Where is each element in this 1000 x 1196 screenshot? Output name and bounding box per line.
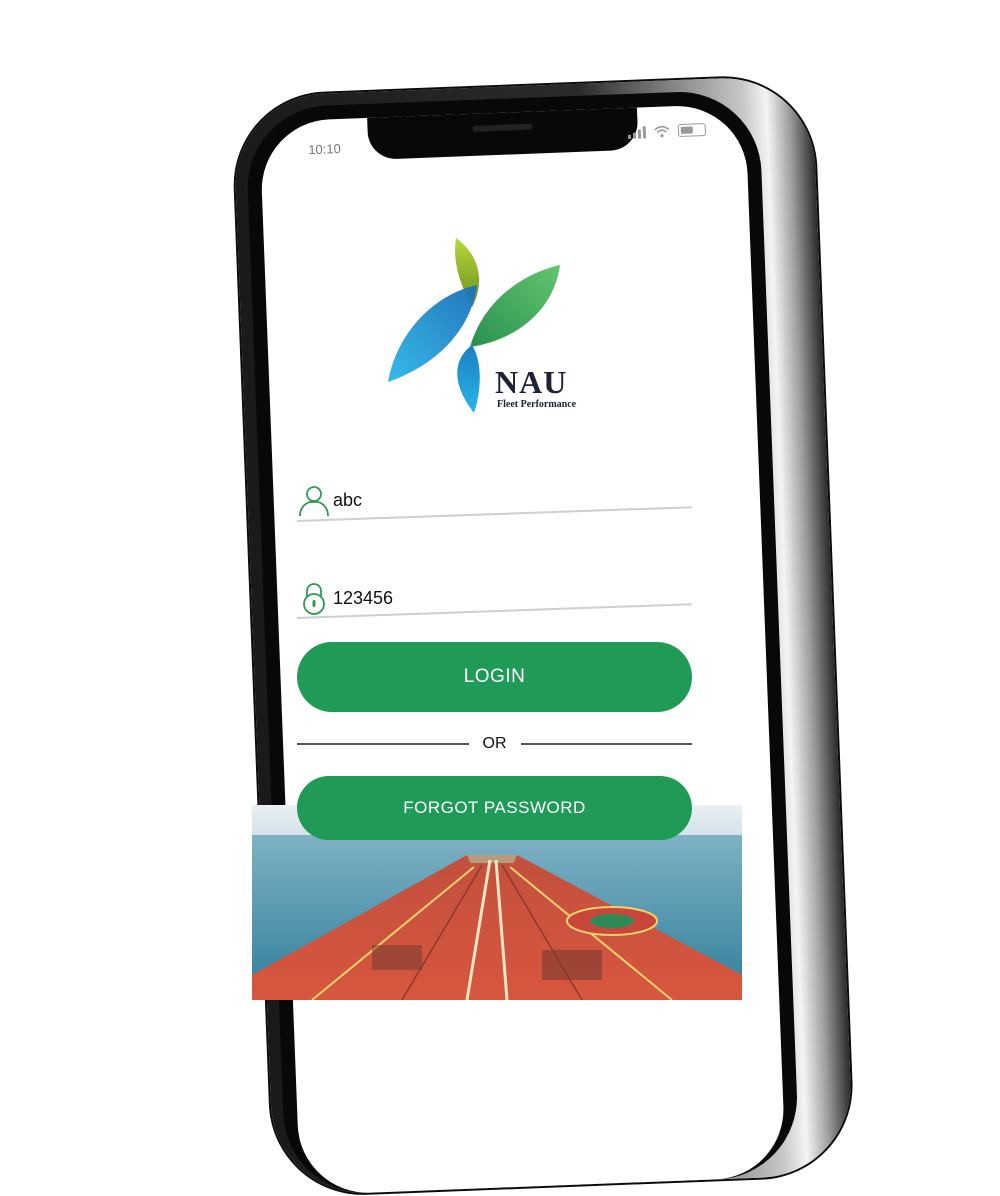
or-label: OR — [482, 735, 507, 752]
wifi-icon — [654, 125, 670, 137]
username-value: abc — [333, 489, 363, 510]
divider-line-left — [297, 743, 469, 745]
user-icon — [299, 486, 329, 517]
notch — [367, 105, 639, 160]
or-divider: OR — [297, 732, 692, 756]
divider-line-right — [520, 743, 692, 745]
lock-icon — [303, 583, 325, 615]
login-button[interactable]: LOGIN — [297, 642, 692, 712]
status-icons — [627, 122, 707, 139]
nau-logo-icon — [388, 238, 560, 413]
brand-name: NAU — [495, 364, 568, 400]
password-value: 123456 — [333, 587, 394, 608]
battery-icon — [677, 122, 707, 138]
brand-subtitle: Fleet Performance — [497, 399, 577, 410]
speaker — [472, 123, 533, 132]
login-screen: NAU Fleet Performance abc 123456 LOGIN O… — [252, 180, 742, 1000]
status-time: 10:10 — [308, 141, 342, 158]
signal-icon — [627, 125, 647, 139]
forgot-password-button[interactable]: FORGOT PASSWORD — [297, 776, 692, 840]
